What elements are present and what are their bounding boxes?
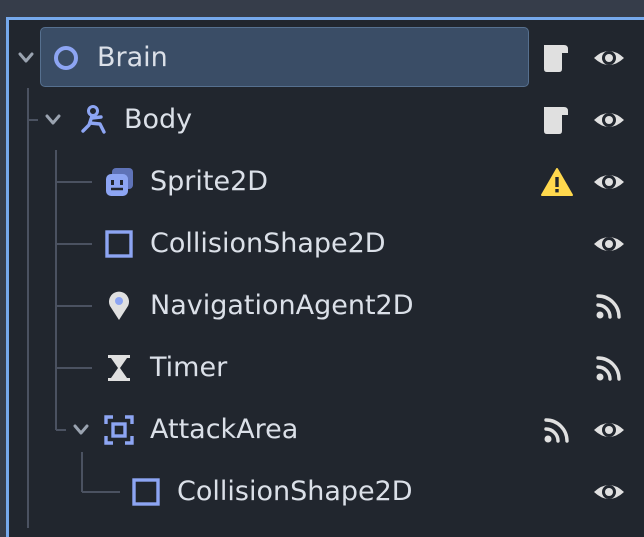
signal-icon[interactable] <box>540 413 574 447</box>
node-label: CollisionShape2D <box>150 228 386 259</box>
collision-shape-icon <box>103 228 135 260</box>
visibility-eye-icon[interactable] <box>592 413 626 447</box>
hourglass-icon <box>103 352 135 384</box>
tree-row-body[interactable]: Body <box>0 89 644 151</box>
collision-shape-icon <box>130 476 162 508</box>
node-label: AttackArea <box>150 414 299 445</box>
script-icon[interactable] <box>538 103 572 137</box>
visibility-eye-icon[interactable] <box>592 165 626 199</box>
node-label: Timer <box>150 352 228 383</box>
tree-row-brain[interactable]: Brain <box>0 27 644 89</box>
tree-row-timer[interactable]: Timer <box>0 337 644 399</box>
collapse-arrow-icon[interactable] <box>44 112 62 128</box>
warning-icon[interactable] <box>540 165 574 199</box>
node-circle-icon <box>50 42 82 74</box>
node-label: NavigationAgent2D <box>150 290 414 321</box>
node-label: Brain <box>97 42 168 73</box>
tree-row-navigationagent2d[interactable]: NavigationAgent2D <box>0 275 644 337</box>
character-body-icon <box>78 104 110 136</box>
tree-row-sprite2d[interactable]: Sprite2D <box>0 151 644 213</box>
node-label: Sprite2D <box>150 166 269 197</box>
visibility-eye-icon[interactable] <box>592 103 626 137</box>
sprite-icon <box>103 166 135 198</box>
area-icon <box>103 414 135 446</box>
tree-row-collisionshape2d[interactable]: CollisionShape2D <box>0 213 644 275</box>
collapse-arrow-icon[interactable] <box>72 422 90 438</box>
signal-icon[interactable] <box>592 351 626 385</box>
visibility-eye-icon[interactable] <box>592 41 626 75</box>
tree-row-attackarea[interactable]: AttackArea <box>0 399 644 461</box>
visibility-eye-icon[interactable] <box>592 475 626 509</box>
collapse-arrow-icon[interactable] <box>17 50 35 66</box>
tree-row-collisionshape2d-attackarea[interactable]: CollisionShape2D <box>0 461 644 523</box>
node-label: Body <box>124 104 193 135</box>
node-label: CollisionShape2D <box>177 476 413 507</box>
navigation-pin-icon <box>103 290 135 322</box>
visibility-eye-icon[interactable] <box>592 227 626 261</box>
signal-icon[interactable] <box>592 289 626 323</box>
script-icon[interactable] <box>538 41 572 75</box>
